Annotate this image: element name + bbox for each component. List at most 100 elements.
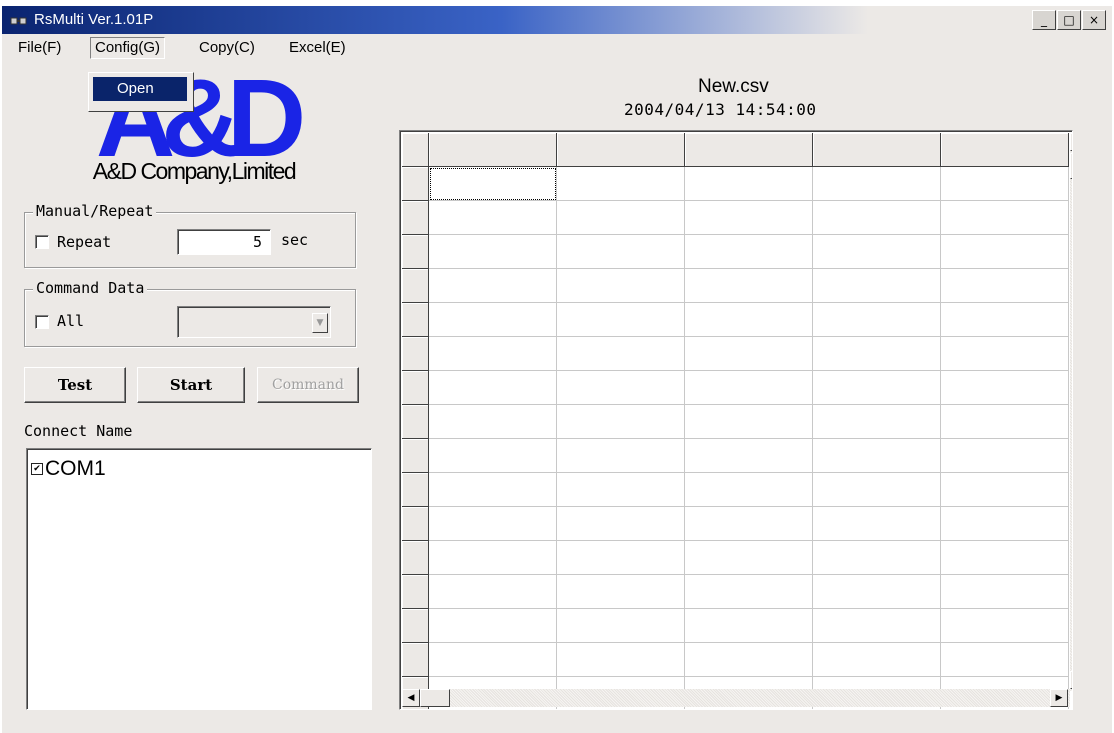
- grid-cell[interactable]: [813, 303, 941, 337]
- grid-cell[interactable]: [429, 643, 557, 677]
- grid-cell[interactable]: [941, 643, 1069, 677]
- grid-cell[interactable]: [557, 167, 685, 201]
- grid-cell[interactable]: [813, 643, 941, 677]
- menu-excel[interactable]: Excel(E): [285, 38, 350, 58]
- grid-cell[interactable]: [429, 575, 557, 609]
- grid-cell[interactable]: [429, 303, 557, 337]
- grid-cell[interactable]: [685, 439, 813, 473]
- grid-cell[interactable]: [429, 167, 557, 201]
- column-header[interactable]: [557, 133, 685, 167]
- grid-cell[interactable]: [685, 575, 813, 609]
- grid-cell[interactable]: [813, 439, 941, 473]
- row-header[interactable]: [402, 643, 429, 677]
- column-header[interactable]: [941, 133, 1069, 167]
- grid-cell[interactable]: [429, 439, 557, 473]
- grid-cell[interactable]: [941, 303, 1069, 337]
- grid-cell[interactable]: [941, 541, 1069, 575]
- grid-cell[interactable]: [557, 439, 685, 473]
- checkmark-icon[interactable]: ✔: [31, 463, 43, 475]
- scroll-right-icon[interactable]: ▶: [1050, 689, 1068, 707]
- close-button[interactable]: ×: [1082, 10, 1106, 30]
- grid-cell[interactable]: [813, 337, 941, 371]
- grid-cell[interactable]: [941, 609, 1069, 643]
- grid-cell[interactable]: [557, 609, 685, 643]
- grid-cell[interactable]: [429, 269, 557, 303]
- start-button[interactable]: Start: [137, 367, 245, 403]
- grid-cell[interactable]: [685, 541, 813, 575]
- row-header[interactable]: [402, 269, 429, 303]
- grid-cell[interactable]: [941, 405, 1069, 439]
- grid-cell[interactable]: [813, 473, 941, 507]
- title-bar[interactable]: RsMulti Ver.1.01P _ □ ×: [2, 6, 1112, 34]
- grid-cell[interactable]: [557, 371, 685, 405]
- grid-cell[interactable]: [941, 473, 1069, 507]
- grid-cell[interactable]: [557, 507, 685, 541]
- row-header[interactable]: [402, 337, 429, 371]
- grid-cell[interactable]: [685, 473, 813, 507]
- grid-cell[interactable]: [813, 575, 941, 609]
- grid-cell[interactable]: [557, 575, 685, 609]
- data-grid[interactable]: ▲ ▼ ◀ ▶: [399, 130, 1073, 710]
- grid-cell[interactable]: [429, 473, 557, 507]
- repeat-interval-input[interactable]: 5: [177, 229, 271, 255]
- grid-cell[interactable]: [429, 541, 557, 575]
- scroll-up-icon[interactable]: ▲: [1070, 133, 1072, 151]
- column-header[interactable]: [429, 133, 557, 167]
- all-checkbox[interactable]: [35, 315, 49, 329]
- grid-cell[interactable]: [429, 507, 557, 541]
- grid-cell[interactable]: [941, 269, 1069, 303]
- grid-cell[interactable]: [813, 507, 941, 541]
- scroll-down-icon[interactable]: ▼: [1070, 671, 1072, 689]
- grid-cell[interactable]: [557, 303, 685, 337]
- row-header[interactable]: [402, 609, 429, 643]
- grid-cell[interactable]: [685, 167, 813, 201]
- grid-cell[interactable]: [941, 575, 1069, 609]
- grid-cell[interactable]: [557, 643, 685, 677]
- grid-cell[interactable]: [557, 201, 685, 235]
- grid-cell[interactable]: [813, 201, 941, 235]
- grid-cell[interactable]: [685, 235, 813, 269]
- menu-item-open[interactable]: Open: [93, 77, 187, 101]
- grid-cell[interactable]: [813, 371, 941, 405]
- command-data-select[interactable]: ▼: [177, 306, 331, 338]
- grid-corner[interactable]: [402, 133, 429, 167]
- test-button[interactable]: Test: [24, 367, 126, 403]
- row-header[interactable]: [402, 371, 429, 405]
- row-header[interactable]: [402, 541, 429, 575]
- grid-cell[interactable]: [941, 507, 1069, 541]
- grid-cell[interactable]: [685, 643, 813, 677]
- row-header[interactable]: [402, 405, 429, 439]
- row-header[interactable]: [402, 575, 429, 609]
- grid-cell[interactable]: [813, 405, 941, 439]
- grid-cell[interactable]: [429, 337, 557, 371]
- grid-cell[interactable]: [429, 371, 557, 405]
- grid-cell[interactable]: [941, 371, 1069, 405]
- column-header[interactable]: [685, 133, 813, 167]
- row-header[interactable]: [402, 167, 429, 201]
- scroll-left-icon[interactable]: ◀: [402, 689, 420, 707]
- grid-cell[interactable]: [557, 269, 685, 303]
- grid-cell[interactable]: [685, 507, 813, 541]
- grid-cell[interactable]: [429, 201, 557, 235]
- grid-cell[interactable]: [429, 609, 557, 643]
- command-button[interactable]: Command: [257, 367, 359, 403]
- grid-cell[interactable]: [813, 609, 941, 643]
- menu-copy[interactable]: Copy(C): [195, 38, 259, 58]
- menu-file[interactable]: File(F): [14, 38, 65, 58]
- horizontal-scrollbar[interactable]: [402, 689, 1070, 707]
- row-header[interactable]: [402, 303, 429, 337]
- repeat-checkbox[interactable]: [35, 235, 49, 249]
- grid-cell[interactable]: [685, 303, 813, 337]
- column-header[interactable]: [813, 133, 941, 167]
- row-header[interactable]: [402, 473, 429, 507]
- grid-cell[interactable]: [685, 371, 813, 405]
- grid-cell[interactable]: [557, 337, 685, 371]
- row-header[interactable]: [402, 439, 429, 473]
- row-header[interactable]: [402, 235, 429, 269]
- grid-cell[interactable]: [941, 337, 1069, 371]
- grid-cell[interactable]: [557, 541, 685, 575]
- grid-cell[interactable]: [685, 405, 813, 439]
- horizontal-scroll-thumb[interactable]: [420, 689, 450, 707]
- grid-cell[interactable]: [813, 167, 941, 201]
- grid-cell[interactable]: [685, 337, 813, 371]
